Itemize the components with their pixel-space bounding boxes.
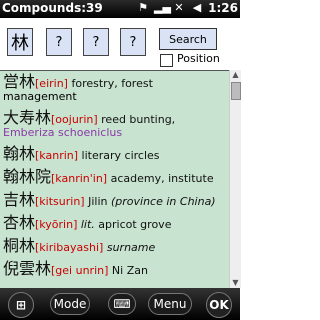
signal-icon[interactable]: ▂▄ <box>154 1 171 15</box>
list-item[interactable]: 桐林[kiribayashi] surname <box>0 235 229 258</box>
entry-gloss: literary circles <box>81 149 160 162</box>
entry-gloss: Jilin <box>88 195 108 208</box>
entry-reading: [gei unrin] <box>51 264 109 277</box>
query-panel: 林 ? ? ? Search Position <box>0 18 240 70</box>
query-box-2[interactable]: ? <box>46 28 72 56</box>
keyboard-button[interactable]: ⌨ <box>108 293 136 315</box>
entry-reading: [kiribayashi] <box>35 241 104 254</box>
entry-reading: [oojurin] <box>51 113 98 126</box>
list-item[interactable]: 倪雲林[gei unrin] Ni Zan <box>0 258 229 281</box>
entry-reading: [kyōrin] <box>35 218 78 231</box>
entry-gloss: reed bunting, <box>101 113 176 126</box>
list-item[interactable]: 翰林院[kanrin'in] academy, institute <box>0 166 229 189</box>
query-box-3[interactable]: ? <box>83 28 109 56</box>
query-box-1[interactable]: 林 <box>7 28 33 56</box>
position-checkbox[interactable] <box>160 54 173 67</box>
volume-mute-icon[interactable]: ◀ <box>190 1 204 15</box>
entry-hanzi: 大寿林 <box>3 108 52 127</box>
entry-gloss: forestry, forest <box>71 77 153 90</box>
entry-reading: [kanrin'in] <box>51 172 108 185</box>
entry-reading: [kitsurin] <box>35 195 85 208</box>
entry-hanzi: 営林 <box>3 72 36 91</box>
entry-gloss: apricot grove <box>98 218 172 231</box>
results-scrollbar[interactable]: ▲ ▼ <box>229 70 241 288</box>
clock[interactable]: 1:26 <box>208 1 238 15</box>
menu-button[interactable]: Menu <box>148 293 192 315</box>
entry-hanzi: 翰林院 <box>3 167 52 186</box>
entry-note: surname <box>106 241 156 254</box>
keyboard-icon: ⌨ <box>113 297 131 311</box>
search-button[interactable]: Search <box>159 28 217 50</box>
entry-latin-name: Emberiza schoeniclus <box>3 126 123 139</box>
scroll-thumb[interactable] <box>231 82 241 100</box>
query-box-4[interactable]: ? <box>120 28 146 56</box>
entry-hanzi: 桐林 <box>3 236 36 255</box>
bottom-bar: ⊞ Mode ⌨ Menu OK <box>0 288 240 320</box>
entry-reading: [eirin] <box>35 77 68 90</box>
windows-start-button[interactable]: ⊞ <box>8 292 34 318</box>
entry-hanzi: 翰林 <box>3 144 36 163</box>
scroll-up-icon[interactable]: ▲ <box>230 70 241 80</box>
scroll-down-icon[interactable]: ▼ <box>230 278 241 288</box>
mode-button[interactable]: Mode <box>50 293 90 315</box>
entry-hanzi: 杏林 <box>3 213 36 232</box>
entry-gloss: academy, institute <box>110 172 214 185</box>
list-item[interactable]: 翰林[kanrin] literary circles <box>0 143 229 166</box>
no-data-icon[interactable]: ✕ <box>172 1 186 15</box>
entry-hanzi: 吉林 <box>3 190 36 209</box>
list-item[interactable]: 吉林[kitsurin] Jilin (province in China) <box>0 189 229 212</box>
list-item[interactable]: 杏林[kyōrin] lit. apricot grove <box>0 212 229 235</box>
position-label: Position <box>177 52 220 65</box>
status-bar: Compounds:39 ⚑ ▂▄ ✕ ◀ 1:26 <box>0 0 240 18</box>
entry-note: lit. <box>80 218 95 231</box>
entry-gloss: Ni Zan <box>111 264 148 277</box>
flag-icon[interactable]: ⚑ <box>136 1 150 15</box>
entry-hanzi: 倪雲林 <box>3 259 52 278</box>
entry-reading: [kanrin] <box>35 149 79 162</box>
entry-note: (province in China) <box>110 195 216 208</box>
app-title: Compounds:39 <box>2 1 103 15</box>
results-list[interactable]: 営林[eirin] forestry, forest management 大寿… <box>0 70 229 289</box>
windows-logo-icon: ⊞ <box>15 298 27 312</box>
status-icons: ⚑ ▂▄ ✕ ◀ <box>136 1 204 15</box>
ok-button[interactable]: OK <box>206 292 232 318</box>
